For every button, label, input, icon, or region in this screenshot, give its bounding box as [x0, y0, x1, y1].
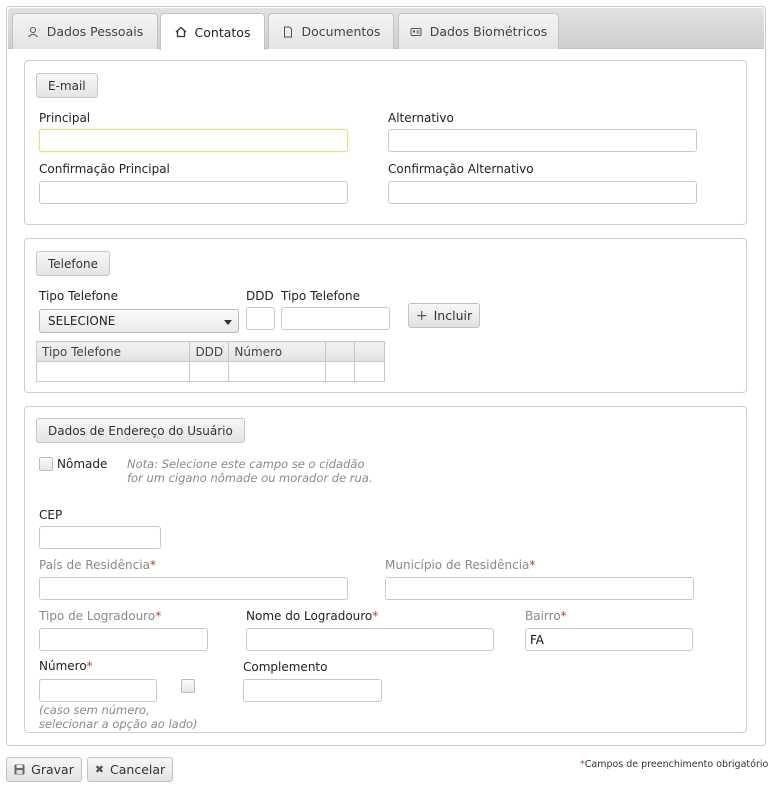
- tab-dados-biometricos[interactable]: Dados Biométricos: [398, 13, 559, 49]
- required-mark: *: [86, 659, 93, 673]
- nome-logradouro-label: Nome do Logradouro*: [246, 609, 378, 623]
- nome-logradouro-label-text: Nome do Logradouro: [246, 609, 373, 623]
- incluir-button[interactable]: + Incluir: [408, 303, 480, 328]
- numero-hint-line1: (caso sem número,: [39, 703, 150, 717]
- user-icon: [27, 26, 38, 37]
- nome-logradouro-input[interactable]: [246, 628, 494, 651]
- save-icon: [14, 764, 25, 775]
- municipio-input[interactable]: [385, 577, 694, 600]
- required-mark: *: [529, 558, 536, 572]
- confirmacao-principal-label: Confirmação Principal: [39, 162, 170, 176]
- cep-label: CEP: [39, 508, 63, 522]
- column-header: Número: [228, 341, 327, 362]
- tipo-logradouro-input[interactable]: [39, 628, 208, 651]
- nomade-note-line2: for um cigano nômade ou morador de rua.: [127, 471, 373, 485]
- tipo-telefone-label: Tipo Telefone: [39, 289, 119, 303]
- incluir-label: Incluir: [433, 308, 473, 323]
- column-header: [325, 341, 356, 362]
- tab-label: Contatos: [194, 24, 251, 40]
- bairro-input[interactable]: [525, 628, 693, 651]
- telefone-table-header: Tipo Telefone DDD Número: [35, 341, 385, 362]
- id-card-icon: [410, 27, 422, 36]
- telefone-legend: Telefone: [36, 251, 110, 276]
- required-fields-note-text: Campos de preenchimento obrigatório: [584, 759, 769, 770]
- column-header: DDD: [189, 341, 230, 362]
- nomade-checkbox[interactable]: [39, 457, 53, 471]
- gravar-button[interactable]: Gravar: [6, 757, 82, 782]
- home-icon: [175, 26, 186, 38]
- required-mark: *: [372, 609, 379, 623]
- telefone-table: Tipo Telefone DDD Número: [35, 341, 385, 382]
- numero-hint-line2: selecionar a opção ao lado): [39, 717, 198, 731]
- endereco-legend: Dados de Endereço do Usuário: [36, 418, 245, 443]
- document-icon: [283, 26, 292, 37]
- numero-label-text: Número: [39, 659, 87, 673]
- gravar-label: Gravar: [31, 762, 74, 777]
- required-fields-note: *Campos de preenchimento obrigatório: [580, 759, 768, 770]
- complemento-label: Complemento: [243, 660, 328, 674]
- confirmacao-alternativo-input[interactable]: [388, 181, 697, 204]
- tipo-logradouro-label-text: Tipo de Logradouro: [39, 609, 156, 623]
- alternativo-label: Alternativo: [388, 111, 454, 125]
- municipio-label-text: Município de Residência: [385, 558, 530, 572]
- confirmacao-principal-input[interactable]: [39, 181, 348, 204]
- tab-label: Dados Biométricos: [429, 24, 548, 39]
- required-mark: *: [560, 609, 567, 623]
- table-cell: [189, 361, 230, 382]
- required-mark: *: [155, 609, 162, 623]
- cancelar-label: Cancelar: [110, 762, 166, 777]
- alternativo-email-input[interactable]: [388, 129, 697, 152]
- tab-documentos[interactable]: Documentos: [268, 13, 394, 49]
- cancelar-button[interactable]: ✖ Cancelar: [87, 757, 173, 782]
- tipo-telefone-select[interactable]: SELECIONE: [39, 309, 239, 333]
- close-icon: ✖: [94, 763, 105, 776]
- plus-icon: +: [415, 307, 428, 324]
- table-row: [35, 361, 385, 382]
- numero-label: Número*: [39, 659, 93, 673]
- tab-label: Dados Pessoais: [46, 24, 144, 39]
- required-mark: *: [149, 558, 156, 572]
- table-cell: [325, 361, 356, 382]
- complemento-input[interactable]: [243, 679, 382, 702]
- principal-email-input[interactable]: [39, 129, 348, 152]
- nomade-note-line1: Nota: Selecione este campo se o cidadão: [127, 457, 365, 471]
- pais-input[interactable]: [39, 577, 348, 600]
- column-header: [354, 341, 385, 362]
- nomade-label: Nômade: [57, 457, 108, 471]
- bairro-label: Bairro*: [525, 609, 567, 623]
- tab-label: Documentos: [301, 24, 381, 39]
- tipo-telefone-selected: SELECIONE: [48, 314, 116, 328]
- column-header: Tipo Telefone: [35, 341, 191, 362]
- ddd-label: DDD: [246, 289, 274, 303]
- numero-input[interactable]: [39, 679, 157, 702]
- pais-label-text: País de Residência: [39, 558, 150, 572]
- tab-contatos[interactable]: Contatos: [160, 13, 265, 50]
- confirmacao-alternativo-label: Confirmação Alternativo: [388, 162, 534, 176]
- ddd-input[interactable]: [246, 307, 275, 330]
- chevron-down-icon: [224, 320, 232, 325]
- cep-input[interactable]: [39, 526, 161, 549]
- nomade-note: Nota: Selecione este campo se o cidadão …: [127, 457, 373, 485]
- email-legend: E-mail: [36, 73, 98, 98]
- table-cell: [354, 361, 385, 382]
- sem-numero-checkbox[interactable]: [181, 679, 195, 693]
- municipio-label: Município de Residência*: [385, 558, 535, 572]
- numero-hint: (caso sem número, selecionar a opção ao …: [39, 703, 198, 731]
- tab-dados-pessoais[interactable]: Dados Pessoais: [12, 13, 158, 49]
- principal-label: Principal: [39, 111, 91, 125]
- tab-bar: Dados Pessoais Contatos Documentos Dados…: [8, 8, 764, 50]
- bairro-label-text: Bairro: [525, 609, 561, 623]
- telefone-number-input[interactable]: [281, 307, 390, 330]
- tipo-telefone-number-label: Tipo Telefone: [281, 289, 361, 303]
- table-cell: [228, 361, 327, 382]
- pais-label: País de Residência*: [39, 558, 156, 572]
- table-cell: [35, 361, 191, 382]
- tipo-logradouro-label: Tipo de Logradouro*: [39, 609, 161, 623]
